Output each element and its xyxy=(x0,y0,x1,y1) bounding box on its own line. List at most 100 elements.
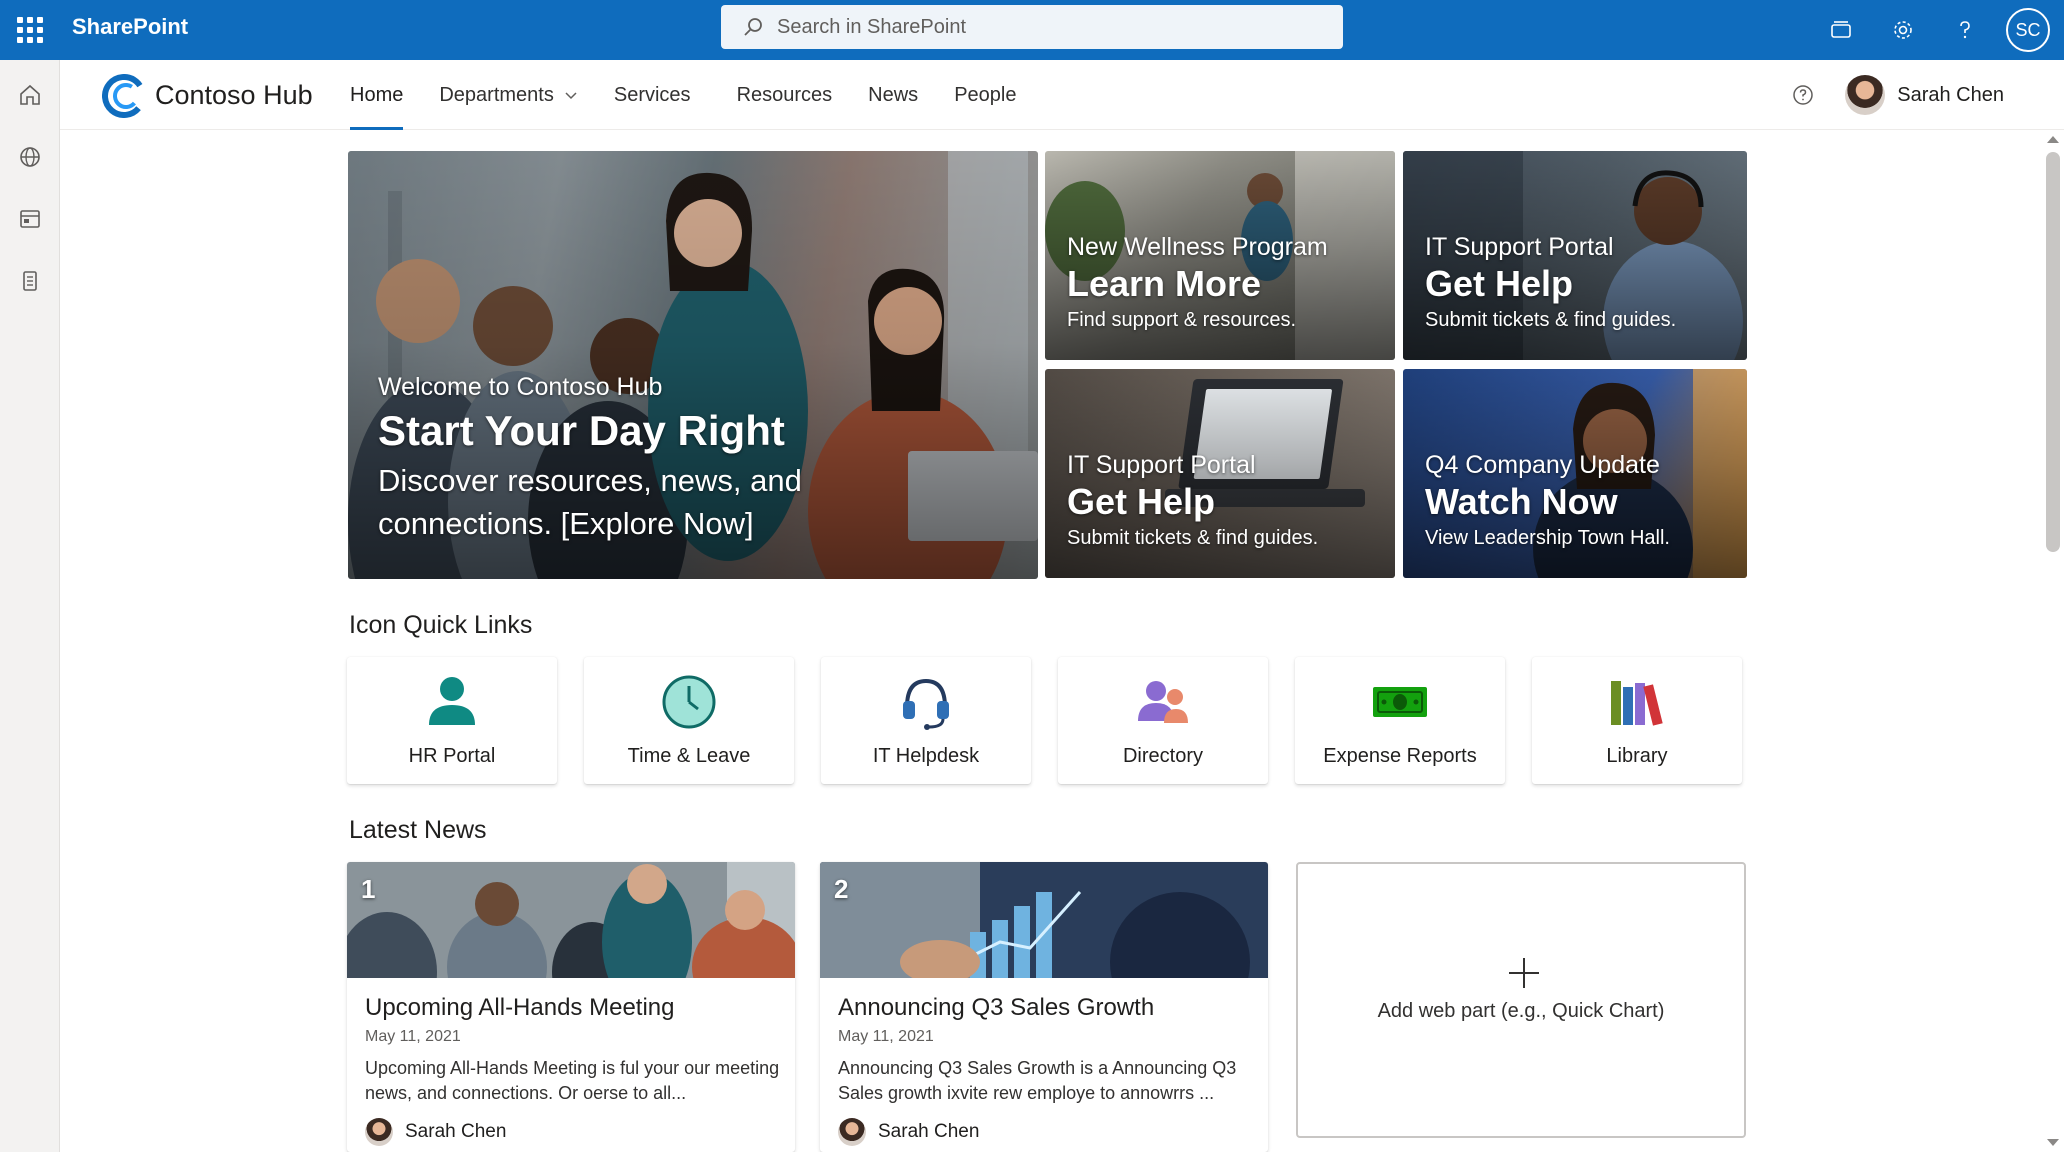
add-web-part-label: Add web part (e.g., Quick Chart) xyxy=(1377,1000,1665,1022)
suite-bar: SharePoint Search in SharePoint SC xyxy=(0,0,2064,60)
home-icon[interactable] xyxy=(17,82,43,108)
tile-caption: New Wellness Program Learn More Find sup… xyxy=(1067,233,1328,332)
news-author[interactable]: Sarah Chen xyxy=(365,1118,506,1146)
author-avatar xyxy=(365,1118,393,1146)
nav-departments[interactable]: Departments xyxy=(439,60,578,130)
hero-tile-it-support[interactable]: IT Support Portal Get Help Submit ticket… xyxy=(1403,151,1747,360)
nav-services[interactable]: Services xyxy=(614,60,691,130)
scroll-up-arrow-icon[interactable] xyxy=(2047,136,2059,143)
quick-link-label: HR Portal xyxy=(408,745,496,767)
news-card-sales-growth[interactable]: 2 Announcing Q3 Sales Growth May 11, 202… xyxy=(820,862,1268,1152)
contoso-logo-icon[interactable] xyxy=(102,74,146,118)
news-icon[interactable] xyxy=(17,206,43,232)
tile-kicker: IT Support Portal xyxy=(1425,233,1614,261)
quick-link-label: Directory xyxy=(1122,745,1203,767)
tile-kicker: Q4 Company Update xyxy=(1425,451,1660,479)
hub-nav-right: Sarah Chen xyxy=(1791,60,2004,130)
hero-main-tile[interactable]: Welcome to Contoso Hub Start Your Day Ri… xyxy=(348,151,1038,579)
user-name[interactable]: Sarah Chen xyxy=(1897,84,2004,107)
news-description: Announcing Q3 Sales Growth is a Announci… xyxy=(838,1058,1237,1103)
quick-link-label: IT Helpdesk xyxy=(872,745,980,767)
money-icon xyxy=(1373,687,1427,717)
news-date: May 11, 2021 xyxy=(838,1028,934,1045)
author-name: Sarah Chen xyxy=(878,1121,980,1142)
hero-tile-company-update[interactable]: Q4 Company Update Watch Now View Leaders… xyxy=(1403,369,1747,578)
tile-kicker: New Wellness Program xyxy=(1067,233,1328,261)
hub-navigation: Contoso Hub Home Departments Services Re… xyxy=(60,60,2064,130)
suite-brand[interactable]: SharePoint xyxy=(72,14,188,40)
hero-tile-wellness[interactable]: New Wellness Program Learn More Find sup… xyxy=(1045,151,1395,360)
tile-subtitle: Submit tickets & find guides. xyxy=(1425,309,1677,332)
search-placeholder: Search in SharePoint xyxy=(777,15,967,38)
search-box[interactable]: Search in SharePoint xyxy=(721,5,1343,49)
search-icon xyxy=(744,18,762,36)
globe-icon[interactable] xyxy=(17,144,43,170)
news-author[interactable]: Sarah Chen xyxy=(838,1118,979,1146)
news-card-all-hands[interactable]: 1 Upcoming All-Hands Meeting May 11, 202… xyxy=(347,862,795,1152)
quick-links-heading: Icon Quick Links xyxy=(349,611,533,639)
scroll-thumb[interactable] xyxy=(2046,152,2060,552)
news-description: Upcoming All-Hands Meeting is ful your o… xyxy=(365,1058,780,1103)
hero-tile-it-support-2[interactable]: IT Support Portal Get Help Submit ticket… xyxy=(1045,369,1395,578)
quick-link-directory[interactable]: Directory xyxy=(1058,657,1268,784)
tile-subtitle: Find support & resources. xyxy=(1067,309,1296,332)
person-icon xyxy=(429,677,475,725)
account-avatar[interactable]: SC xyxy=(2006,8,2050,52)
nav-home[interactable]: Home xyxy=(350,60,404,130)
hero-title: Start Your Day Right xyxy=(378,407,785,454)
hero-kicker: Welcome to Contoso Hub xyxy=(378,373,663,401)
nav-news[interactable]: News xyxy=(868,60,918,130)
tile-subtitle: View Leadership Town Hall. xyxy=(1425,527,1670,550)
quick-link-label: Library xyxy=(1606,745,1668,767)
tile-title: Get Help xyxy=(1067,481,1216,522)
tile-title: Get Help xyxy=(1425,263,1574,304)
author-name: Sarah Chen xyxy=(405,1121,507,1142)
nav-people[interactable]: People xyxy=(954,60,1016,130)
quick-link-time-leave[interactable]: Time & Leave xyxy=(584,657,794,784)
news-title[interactable]: Announcing Q3 Sales Growth xyxy=(838,994,1154,1022)
news-thumbnail xyxy=(347,862,795,978)
news-number: 1 xyxy=(361,874,376,904)
page-scrollbar[interactable] xyxy=(2042,130,2064,1152)
news-number: 2 xyxy=(834,874,849,904)
tile-subtitle: Submit tickets & find guides. xyxy=(1067,527,1319,550)
news-title[interactable]: Upcoming All-Hands Meeting xyxy=(365,994,674,1022)
people-icon xyxy=(1138,681,1188,723)
tile-caption: IT Support Portal Get Help Submit ticket… xyxy=(1425,233,1676,332)
tile-title: Watch Now xyxy=(1425,481,1618,522)
tile-caption: Q4 Company Update Watch Now View Leaders… xyxy=(1425,451,1670,550)
tile-kicker: IT Support Portal xyxy=(1067,451,1256,479)
clock-icon xyxy=(662,675,716,729)
books-icon xyxy=(1611,681,1663,726)
quick-link-label: Time & Leave xyxy=(627,745,751,767)
hub-nav-items: Home Departments Services Resources News… xyxy=(350,60,1052,130)
nav-resources[interactable]: Resources xyxy=(737,60,833,130)
tile-title: Learn More xyxy=(1067,263,1262,304)
latest-news-heading: Latest News xyxy=(349,816,487,844)
help-icon[interactable] xyxy=(1934,0,1996,60)
quick-link-hr-portal[interactable]: HR Portal xyxy=(347,657,557,784)
plus-icon[interactable] xyxy=(1507,956,1541,990)
help-circle-icon[interactable] xyxy=(1791,83,1815,107)
files-icon[interactable] xyxy=(17,268,43,294)
hero-description[interactable]: Discover resources, news, and connection… xyxy=(378,460,858,546)
quick-link-it-helpdesk[interactable]: IT Helpdesk xyxy=(821,657,1031,784)
quick-link-library[interactable]: Library xyxy=(1532,657,1742,784)
nav-departments-label: Departments xyxy=(439,83,554,106)
quick-link-label: Expense Reports xyxy=(1323,745,1477,767)
user-avatar[interactable] xyxy=(1845,75,1886,115)
hub-title[interactable]: Contoso Hub xyxy=(155,80,313,111)
tile-caption: IT Support Portal Get Help Submit ticket… xyxy=(1067,451,1318,550)
quick-link-expense-reports[interactable]: Expense Reports xyxy=(1295,657,1505,784)
feed-icon[interactable] xyxy=(1810,0,1872,60)
add-web-part-placeholder[interactable]: Add web part (e.g., Quick Chart) xyxy=(1296,862,1746,1138)
hero-caption: Welcome to Contoso Hub Start Your Day Ri… xyxy=(378,373,858,546)
chevron-down-icon xyxy=(565,92,577,100)
author-avatar xyxy=(838,1118,866,1146)
app-bar xyxy=(0,60,60,1152)
news-thumbnail xyxy=(820,862,1268,978)
scroll-down-arrow-icon[interactable] xyxy=(2047,1139,2059,1146)
app-launcher-icon[interactable] xyxy=(17,17,43,43)
news-date: May 11, 2021 xyxy=(365,1028,461,1045)
settings-gear-icon[interactable] xyxy=(1872,0,1934,60)
